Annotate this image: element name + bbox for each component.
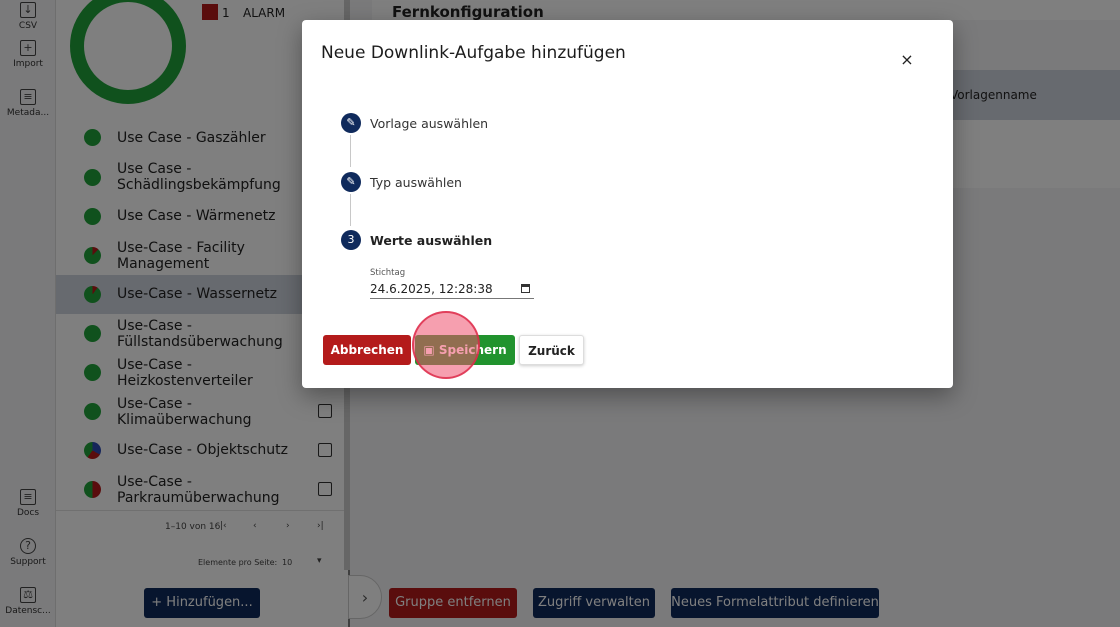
date-field-label: Stichtag [370, 268, 406, 278]
step-select-values: Werte auswählen [370, 233, 493, 248]
dialog-title: Neue Downlink-Aufgabe hinzufügen [321, 43, 626, 63]
step-select-type[interactable]: Typ auswählen [370, 175, 462, 190]
step-select-template[interactable]: Vorlage auswählen [370, 116, 488, 131]
step-connector [350, 194, 351, 226]
step-number-3: 3 [341, 230, 361, 250]
save-button[interactable]: ▣ Speichern [415, 335, 515, 365]
add-downlink-task-dialog: Neue Downlink-Aufgabe hinzufügen × ✎ Vor… [302, 20, 953, 388]
date-field-value: 24.6.2025, 12:28:38 [370, 282, 493, 296]
cancel-button[interactable]: Abbrechen [323, 335, 411, 365]
save-icon: ▣ [423, 343, 439, 357]
save-button-label: Speichern [438, 343, 507, 357]
edit-icon[interactable]: ✎ [341, 172, 361, 192]
step-connector [350, 135, 351, 167]
date-field[interactable]: 24.6.2025, 12:28:38 [370, 279, 534, 299]
edit-icon[interactable]: ✎ [341, 113, 361, 133]
back-button[interactable]: Zurück [519, 335, 584, 365]
calendar-icon[interactable] [521, 284, 530, 293]
close-icon[interactable]: × [898, 51, 916, 69]
